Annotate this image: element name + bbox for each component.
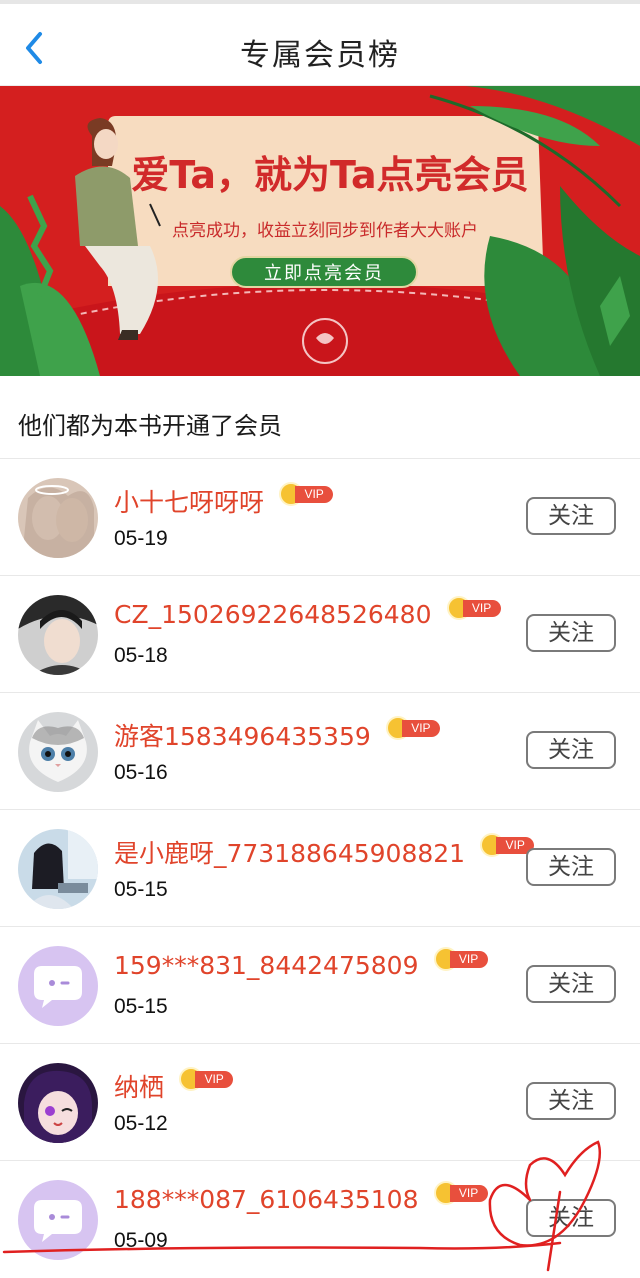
avatar[interactable] <box>18 595 98 675</box>
follow-button[interactable]: 关注 <box>526 1199 616 1237</box>
banner-headline: 爱Ta，就为Ta点亮会员 <box>131 153 529 197</box>
member-name[interactable]: 小十七呀呀呀 <box>114 483 264 519</box>
member-date: 05-19 <box>114 527 168 550</box>
follow-button[interactable]: 关注 <box>526 1082 616 1120</box>
avatar[interactable] <box>18 829 98 909</box>
vip-tag: VIP <box>449 1184 488 1202</box>
light-up-membership-button[interactable]: 立即点亮会员 <box>230 256 418 288</box>
member-name[interactable]: 游客1583496435359 <box>114 717 371 753</box>
member-row[interactable]: 188***087_6106435108 VIP 05-09 关注 <box>0 1161 640 1278</box>
avatar[interactable] <box>18 1063 98 1143</box>
member-name-line: CZ_15026922648526480 VIP <box>114 595 501 636</box>
member-name-line: 188***087_6106435108 VIP <box>114 1180 488 1221</box>
member-name[interactable]: 是小鹿呀_773188645908821 <box>114 834 465 870</box>
member-date: 05-15 <box>114 995 168 1018</box>
member-name-line: 是小鹿呀_773188645908821 VIP <box>114 833 535 870</box>
vip-tag: VIP <box>449 950 488 968</box>
member-name[interactable]: 188***087_6106435108 <box>114 1185 419 1214</box>
vip-badge: VIP <box>446 595 501 620</box>
vip-tag: VIP <box>195 1071 234 1088</box>
member-row[interactable]: 159***831_8442475809 VIP 05-15 关注 <box>0 927 640 1044</box>
member-name[interactable]: 159***831_8442475809 <box>114 951 419 980</box>
member-date: 05-16 <box>114 761 168 784</box>
member-name-line: 159***831_8442475809 VIP <box>114 946 488 987</box>
follow-button[interactable]: 关注 <box>526 965 616 1003</box>
avatar[interactable] <box>18 712 98 792</box>
member-row[interactable]: 是小鹿呀_773188645908821 VIP 05-15 关注 <box>0 810 640 927</box>
member-name[interactable]: 纳栖 <box>114 1068 164 1104</box>
member-name-line: 纳栖 VIP <box>114 1067 234 1104</box>
vip-badge: VIP <box>433 946 488 971</box>
member-row[interactable]: CZ_15026922648526480 VIP 05-18 关注 <box>0 576 640 693</box>
vip-badge: VIP <box>385 716 440 740</box>
section-title: 他们都为本书开通了会员 <box>18 412 282 440</box>
vip-badge: VIP <box>279 482 334 506</box>
member-name-line: 游客1583496435359 VIP <box>114 716 440 753</box>
page-title: 专属会员榜 <box>240 38 400 73</box>
member-date: 05-09 <box>114 1229 168 1252</box>
vip-tag: VIP <box>401 720 440 737</box>
follow-button[interactable]: 关注 <box>526 731 616 769</box>
vip-badge: VIP <box>179 1067 234 1091</box>
vip-badge: VIP <box>433 1180 488 1205</box>
avatar[interactable] <box>18 478 98 558</box>
avatar[interactable] <box>18 1180 98 1260</box>
member-date: 05-18 <box>114 644 168 667</box>
vip-tag: VIP <box>462 599 501 617</box>
member-name[interactable]: CZ_15026922648526480 <box>114 600 431 629</box>
member-row[interactable]: 纳栖 VIP 05-12 关注 <box>0 1044 640 1161</box>
vip-tag: VIP <box>295 486 334 503</box>
promo-banner[interactable]: 爱Ta，就为Ta点亮会员 点亮成功，收益立刻同步到作者大大账户 立即点亮会员 <box>0 86 640 376</box>
header-bar: 专属会员榜 <box>0 0 640 86</box>
follow-button[interactable]: 关注 <box>526 614 616 652</box>
banner-subtitle: 点亮成功，收益立刻同步到作者大大账户 <box>172 221 478 241</box>
member-row[interactable]: 游客1583496435359 VIP 05-16 关注 <box>0 693 640 810</box>
member-date: 05-12 <box>114 1112 168 1135</box>
avatar[interactable] <box>18 946 98 1026</box>
member-date: 05-15 <box>114 878 168 901</box>
member-row[interactable]: 小十七呀呀呀 VIP 05-19 关注 <box>0 459 640 576</box>
follow-button[interactable]: 关注 <box>526 497 616 535</box>
follow-button[interactable]: 关注 <box>526 848 616 886</box>
status-divider <box>0 0 640 4</box>
member-name-line: 小十七呀呀呀 VIP <box>114 482 334 519</box>
